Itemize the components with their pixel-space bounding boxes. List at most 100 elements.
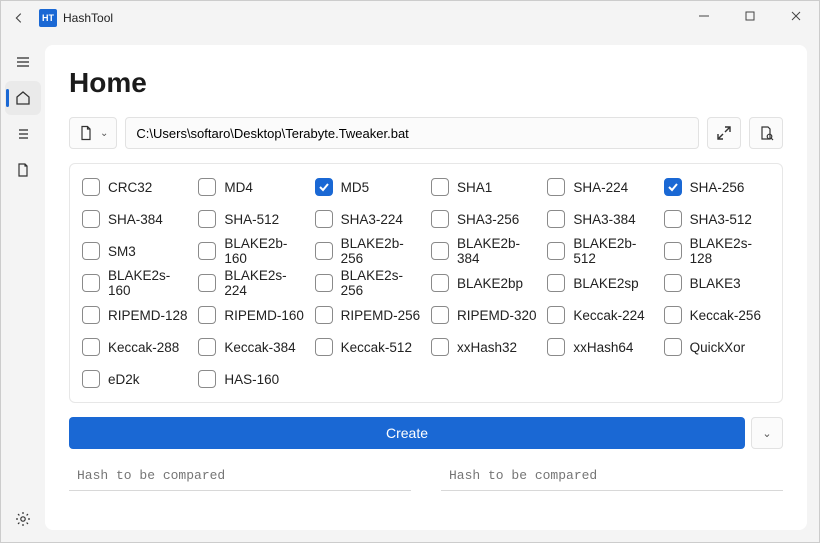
window-controls bbox=[681, 1, 819, 31]
compare-input-right[interactable] bbox=[441, 461, 783, 491]
algorithm-checkbox[interactable]: SHA3-384 bbox=[547, 206, 653, 232]
algorithm-checkbox[interactable]: BLAKE2b-160 bbox=[198, 238, 304, 264]
checkbox-icon bbox=[547, 210, 565, 228]
file-type-dropdown[interactable]: ⌄ bbox=[69, 117, 117, 149]
checkbox-icon bbox=[431, 338, 449, 356]
fullscreen-button[interactable] bbox=[707, 117, 741, 149]
checkbox-icon bbox=[315, 210, 333, 228]
algorithm-checkbox[interactable]: Keccak-256 bbox=[664, 302, 770, 328]
algorithm-checkbox[interactable]: RIPEMD-160 bbox=[198, 302, 304, 328]
algorithm-checkbox[interactable]: BLAKE2bp bbox=[431, 270, 537, 296]
algorithm-checkbox[interactable]: RIPEMD-256 bbox=[315, 302, 421, 328]
close-button[interactable] bbox=[773, 1, 819, 31]
algorithm-checkbox[interactable]: SHA3-512 bbox=[664, 206, 770, 232]
algorithm-checkbox[interactable]: SM3 bbox=[82, 238, 188, 264]
window-title: HashTool bbox=[63, 11, 113, 25]
algorithm-checkbox[interactable]: CRC32 bbox=[82, 174, 188, 200]
algorithm-label: MD4 bbox=[224, 180, 253, 195]
algorithm-checkbox[interactable]: SHA1 bbox=[431, 174, 537, 200]
algorithm-label: RIPEMD-160 bbox=[224, 308, 304, 323]
algorithm-label: xxHash32 bbox=[457, 340, 517, 355]
create-row: Create ⌄ bbox=[69, 417, 783, 449]
algorithm-checkbox[interactable]: Keccak-384 bbox=[198, 334, 304, 360]
maximize-button[interactable] bbox=[727, 1, 773, 31]
checkbox-icon bbox=[82, 338, 100, 356]
file-path-input[interactable] bbox=[125, 117, 699, 149]
checkbox-icon bbox=[315, 274, 333, 292]
algorithm-checkbox[interactable]: SHA3-256 bbox=[431, 206, 537, 232]
sidebar-document-button[interactable] bbox=[5, 153, 41, 187]
algorithm-checkbox[interactable]: QuickXor bbox=[664, 334, 770, 360]
document-icon bbox=[15, 162, 31, 178]
checkbox-icon bbox=[82, 370, 100, 388]
checkbox-icon bbox=[198, 306, 216, 324]
back-button[interactable] bbox=[1, 11, 37, 25]
algorithm-checkbox[interactable]: SHA3-224 bbox=[315, 206, 421, 232]
close-icon bbox=[791, 11, 801, 21]
sidebar-menu-button[interactable] bbox=[5, 45, 41, 79]
algorithm-checkbox[interactable]: SHA-384 bbox=[82, 206, 188, 232]
algorithm-label: SHA3-224 bbox=[341, 212, 403, 227]
checkbox-icon bbox=[664, 306, 682, 324]
algorithm-checkbox[interactable]: BLAKE3 bbox=[664, 270, 770, 296]
algorithm-checkbox[interactable]: Keccak-224 bbox=[547, 302, 653, 328]
home-icon bbox=[15, 90, 31, 106]
algorithm-label: BLAKE2s-256 bbox=[341, 268, 421, 298]
algorithm-label: BLAKE2sp bbox=[573, 276, 638, 291]
algorithm-label: SHA-256 bbox=[690, 180, 745, 195]
sidebar-list-button[interactable] bbox=[5, 117, 41, 151]
arrow-left-icon bbox=[12, 11, 26, 25]
app-icon: HT bbox=[39, 9, 57, 27]
compare-row bbox=[69, 461, 783, 491]
algorithm-label: HAS-160 bbox=[224, 372, 279, 387]
algorithm-label: Keccak-384 bbox=[224, 340, 295, 355]
algorithm-checkbox[interactable]: Keccak-288 bbox=[82, 334, 188, 360]
algorithm-label: BLAKE2b-512 bbox=[573, 236, 653, 266]
algorithm-checkbox[interactable]: RIPEMD-320 bbox=[431, 302, 537, 328]
checkbox-icon bbox=[198, 338, 216, 356]
algorithm-checkbox[interactable]: SHA-256 bbox=[664, 174, 770, 200]
algorithm-checkbox[interactable]: MD5 bbox=[315, 174, 421, 200]
minimize-button[interactable] bbox=[681, 1, 727, 31]
algorithm-checkbox[interactable]: RIPEMD-128 bbox=[82, 302, 188, 328]
algorithm-checkbox[interactable]: BLAKE2b-384 bbox=[431, 238, 537, 264]
checkbox-icon bbox=[547, 242, 565, 260]
algorithm-checkbox[interactable]: MD4 bbox=[198, 174, 304, 200]
algorithm-checkbox[interactable]: BLAKE2sp bbox=[547, 270, 653, 296]
create-dropdown-button[interactable]: ⌄ bbox=[751, 417, 783, 449]
algorithm-label: SHA-512 bbox=[224, 212, 279, 227]
checkbox-icon bbox=[431, 274, 449, 292]
open-file-button[interactable] bbox=[749, 117, 783, 149]
algorithm-checkbox[interactable]: SHA-224 bbox=[547, 174, 653, 200]
create-button[interactable]: Create bbox=[69, 417, 745, 449]
algorithm-checkbox[interactable]: SHA-512 bbox=[198, 206, 304, 232]
checkbox-icon bbox=[315, 338, 333, 356]
checkbox-icon bbox=[82, 306, 100, 324]
algorithm-label: BLAKE2s-160 bbox=[108, 268, 188, 298]
checkbox-icon bbox=[664, 338, 682, 356]
algorithm-checkbox[interactable]: BLAKE2s-224 bbox=[198, 270, 304, 296]
algorithm-checkbox[interactable]: BLAKE2s-128 bbox=[664, 238, 770, 264]
window-titlebar: HT HashTool bbox=[1, 1, 819, 35]
algorithm-label: SHA3-512 bbox=[690, 212, 752, 227]
checkbox-icon bbox=[431, 178, 449, 196]
algorithm-checkbox[interactable]: BLAKE2b-512 bbox=[547, 238, 653, 264]
algorithm-checkbox[interactable]: BLAKE2s-256 bbox=[315, 270, 421, 296]
checkbox-icon bbox=[547, 306, 565, 324]
algorithm-checkbox[interactable]: eD2k bbox=[82, 366, 188, 392]
algorithm-checkbox[interactable]: xxHash64 bbox=[547, 334, 653, 360]
algorithm-checkbox[interactable]: xxHash32 bbox=[431, 334, 537, 360]
expand-icon bbox=[716, 125, 732, 141]
algorithm-checkbox[interactable]: HAS-160 bbox=[198, 366, 304, 392]
algorithm-label: BLAKE2b-384 bbox=[457, 236, 537, 266]
algorithm-label: SHA3-384 bbox=[573, 212, 635, 227]
sidebar-home-button[interactable] bbox=[5, 81, 41, 115]
algorithm-label: CRC32 bbox=[108, 180, 152, 195]
compare-input-left[interactable] bbox=[69, 461, 411, 491]
algorithm-checkbox[interactable]: Keccak-512 bbox=[315, 334, 421, 360]
checkbox-icon bbox=[664, 178, 682, 196]
sidebar-settings-button[interactable] bbox=[5, 502, 41, 536]
checkbox-icon bbox=[547, 274, 565, 292]
algorithm-checkbox[interactable]: BLAKE2b-256 bbox=[315, 238, 421, 264]
algorithm-checkbox[interactable]: BLAKE2s-160 bbox=[82, 270, 188, 296]
